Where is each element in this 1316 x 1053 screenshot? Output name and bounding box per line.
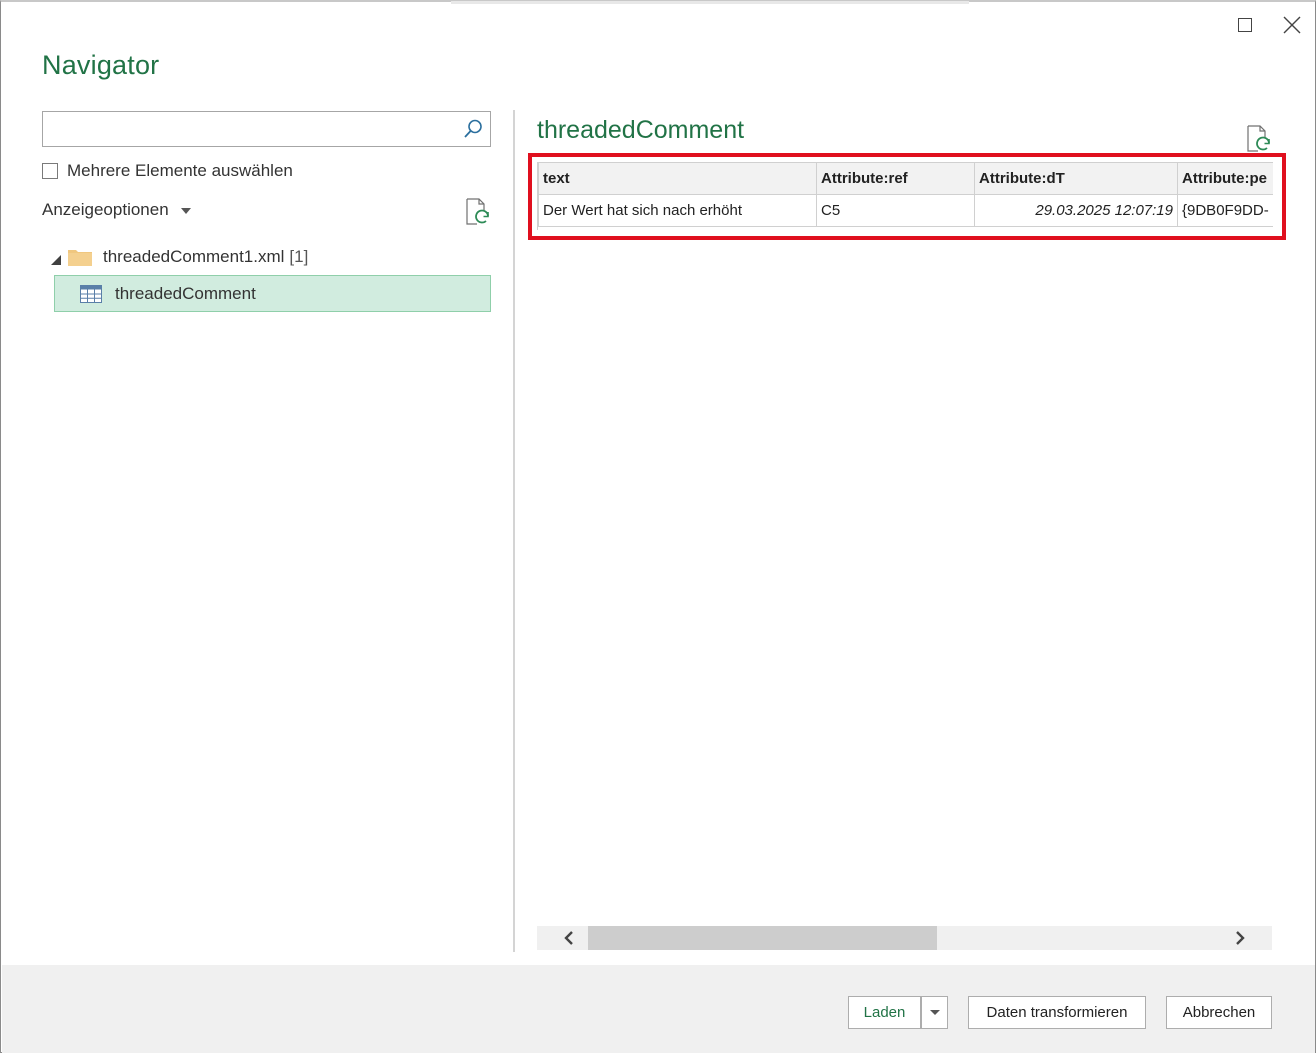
chevron-right-icon[interactable] [1230,928,1250,948]
chevron-down-icon [180,208,191,214]
close-icon [1283,16,1301,34]
refresh-icon[interactable] [1246,125,1272,153]
pane-divider[interactable] [513,110,515,952]
tree-item-table[interactable]: threadedComment [54,275,491,312]
multi-select-toggle[interactable]: Mehrere Elemente auswählen [42,161,293,181]
tree-file-count: [1] [289,247,309,266]
maximize-icon [1238,18,1252,32]
load-button-label: Laden [863,1004,906,1021]
tree-item-file[interactable]: threadedComment1.xml [1] [53,242,308,272]
search-icon[interactable] [462,118,484,140]
transform-data-label: Daten transformieren [986,1004,1128,1021]
load-button[interactable]: Laden [848,996,921,1029]
folder-icon [68,250,92,266]
navigator-window: Navigator Mehrere Elemente auswählen Anz… [0,0,1316,1053]
scrollbar-thumb[interactable] [588,926,937,950]
cancel-button-label: Abbrechen [1182,1004,1256,1021]
tree-file-label: threadedComment1.xml [103,247,285,266]
multi-select-label: Mehrere Elemente auswählen [67,161,293,180]
preview-title: threadedComment [537,116,745,144]
multi-select-checkbox[interactable] [42,163,58,179]
cancel-button[interactable]: Abbrechen [1166,996,1272,1029]
close-button[interactable] [1277,10,1307,40]
horizontal-scrollbar[interactable] [537,926,1272,950]
display-options-label: Anzeigeoptionen [42,200,169,219]
load-options-button[interactable] [921,996,948,1029]
maximize-button[interactable] [1230,10,1260,40]
display-options-dropdown[interactable]: Anzeigeoptionen [42,200,191,220]
chevron-left-icon[interactable] [559,928,579,948]
tree-table-label: threadedComment [115,283,256,303]
window-top-strip [451,1,969,4]
search-field[interactable] [42,111,491,147]
refresh-icon[interactable] [465,198,491,226]
dialog-title: Navigator [42,50,160,80]
highlight-box [528,153,1286,240]
table-icon [80,284,102,303]
search-input[interactable] [47,116,456,142]
chevron-down-icon [929,1010,940,1015]
transform-data-button[interactable]: Daten transformieren [968,996,1146,1029]
dialog-footer: Laden Daten transformieren Abbrechen [2,965,1315,1053]
